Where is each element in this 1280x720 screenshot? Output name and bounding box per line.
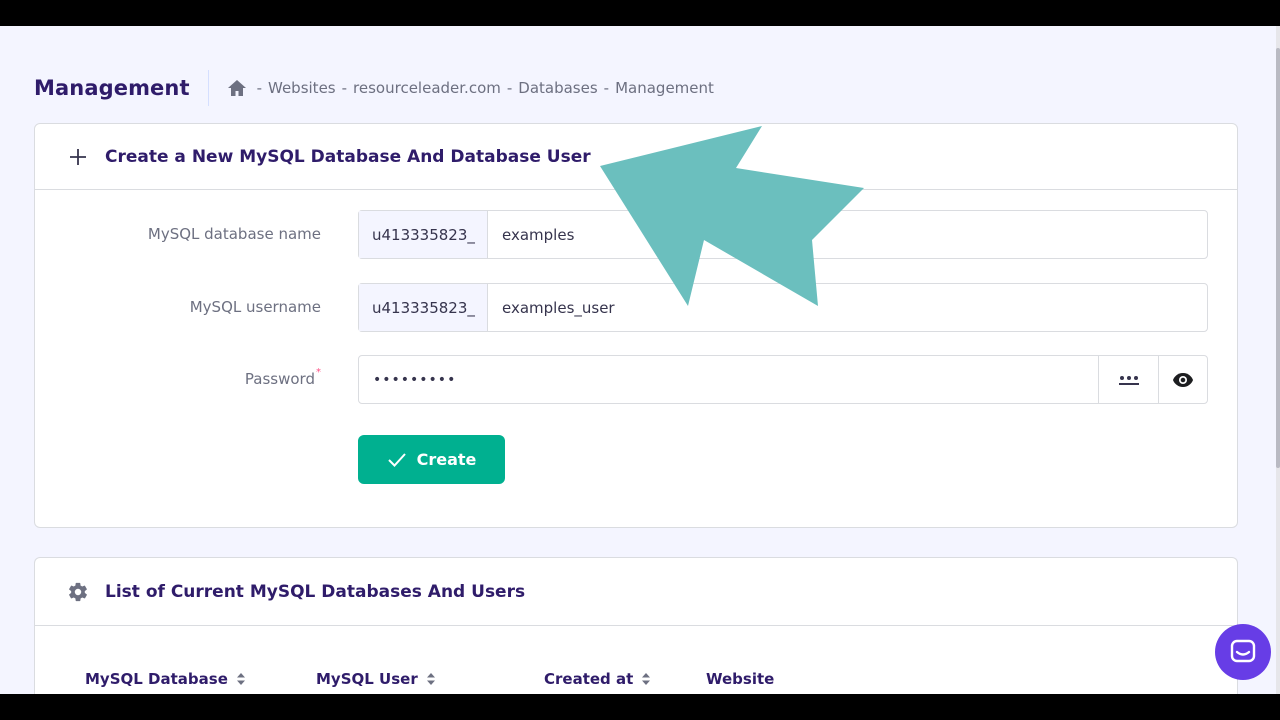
scrollbar-thumb[interactable] xyxy=(1276,48,1280,468)
chat-icon xyxy=(1230,639,1256,663)
chat-launcher-button[interactable] xyxy=(1215,624,1271,680)
app-viewport: Management - Websites - resourceleader.c… xyxy=(0,26,1280,694)
annotation-arrow xyxy=(600,126,864,306)
